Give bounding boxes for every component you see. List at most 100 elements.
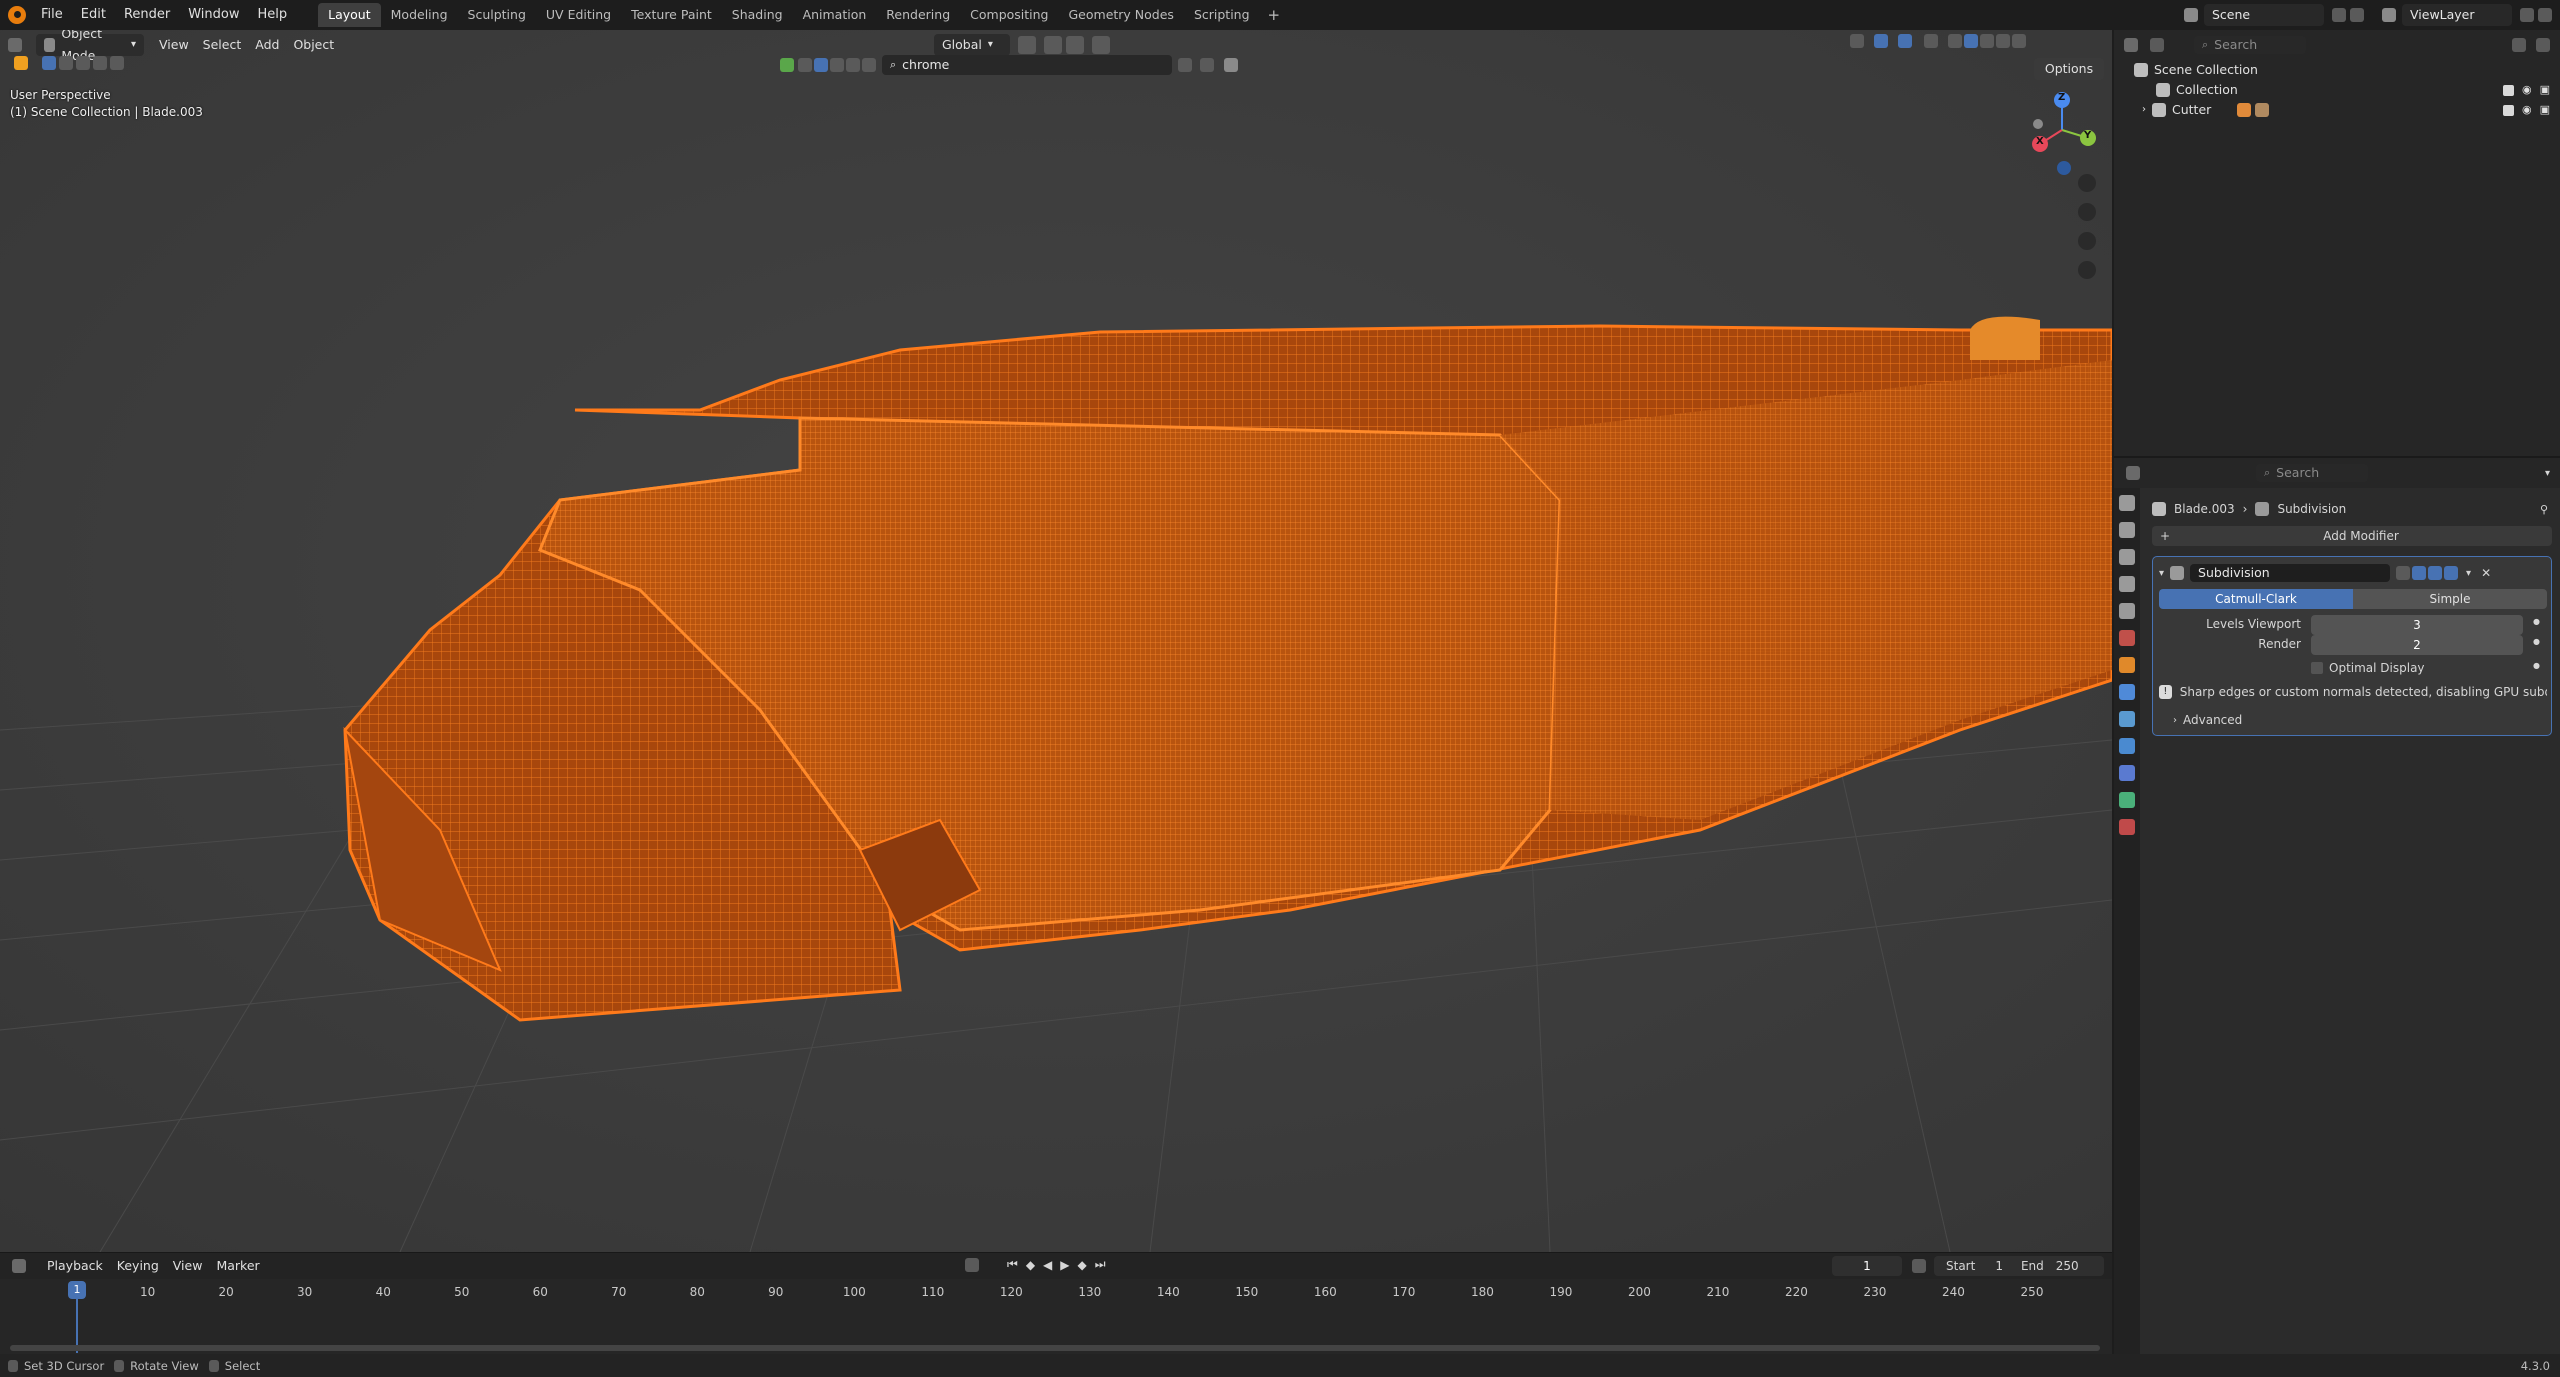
shading-options-icon[interactable] bbox=[2012, 34, 2026, 48]
tree-item-cutter[interactable]: › Cutter ◉ ▣ bbox=[2114, 100, 2560, 120]
viewport-search-field[interactable]: ⌕ chrome bbox=[882, 55, 1172, 75]
menu-render[interactable]: Render bbox=[115, 3, 179, 27]
perspective-toggle-icon[interactable] bbox=[2078, 261, 2096, 279]
jump-keyframe-forward-icon[interactable]: ◆ bbox=[1078, 1258, 1087, 1272]
display-mode-icon[interactable] bbox=[2150, 38, 2164, 52]
select-extend-icon[interactable] bbox=[59, 56, 73, 70]
tab-uv-editing[interactable]: UV Editing bbox=[536, 3, 621, 27]
keyframe-dot-icon[interactable]: ● bbox=[2533, 617, 2540, 626]
exclude-checkbox[interactable] bbox=[2502, 84, 2514, 96]
data-tab-icon[interactable] bbox=[2119, 792, 2135, 808]
material-tab-icon[interactable] bbox=[2119, 819, 2135, 835]
select-tool-icon[interactable] bbox=[14, 56, 28, 70]
camera-view-icon[interactable] bbox=[2078, 232, 2096, 250]
object-tab-icon[interactable] bbox=[2119, 657, 2135, 673]
tab-compositing[interactable]: Compositing bbox=[960, 3, 1058, 27]
holdout-filter-icon[interactable] bbox=[862, 58, 876, 72]
tree-item-collection[interactable]: Collection ◉ ▣ bbox=[2114, 80, 2560, 100]
menu-object[interactable]: Object bbox=[286, 34, 341, 56]
solid-shading-icon[interactable] bbox=[1964, 34, 1978, 48]
tab-animation[interactable]: Animation bbox=[793, 3, 877, 27]
advanced-subpanel[interactable]: Advanced bbox=[2183, 713, 2242, 727]
jump-start-icon[interactable]: ⏮ bbox=[1007, 1257, 1018, 1272]
scene-tab-icon[interactable] bbox=[2119, 603, 2135, 619]
tab-scripting[interactable]: Scripting bbox=[1184, 3, 1260, 27]
new-collection-icon[interactable] bbox=[2536, 38, 2550, 52]
tab-layout[interactable]: Layout bbox=[318, 3, 381, 27]
select-intersect-icon[interactable] bbox=[110, 56, 124, 70]
simple-button[interactable]: Simple bbox=[2353, 589, 2547, 609]
overlay-toggle-icon[interactable] bbox=[1898, 34, 1912, 48]
camera-icon[interactable]: ▣ bbox=[2540, 80, 2550, 100]
tab-rendering[interactable]: Rendering bbox=[876, 3, 960, 27]
view-layer-tab-icon[interactable] bbox=[2119, 576, 2135, 592]
view-layer-selector[interactable]: ViewLayer bbox=[2402, 4, 2512, 26]
play-icon[interactable]: ▶ bbox=[1060, 1258, 1069, 1272]
pin-icon[interactable]: ⚲ bbox=[2540, 503, 2548, 516]
navigation-gizmo[interactable]: Z Y X bbox=[2020, 84, 2100, 184]
funnel-icon[interactable] bbox=[1224, 58, 1238, 72]
menu-help[interactable]: Help bbox=[249, 3, 297, 27]
auto-keying-icon[interactable] bbox=[965, 1257, 979, 1272]
outliner-search-input[interactable]: ⌕ Search bbox=[2194, 36, 2306, 54]
outliner-editor-type-icon[interactable] bbox=[2124, 38, 2138, 52]
exclude-checkbox[interactable] bbox=[2502, 104, 2514, 116]
tab-texture-paint[interactable]: Texture Paint bbox=[621, 3, 722, 27]
zoom-icon[interactable] bbox=[2078, 174, 2096, 192]
wireframe-shading-icon[interactable] bbox=[1948, 34, 1962, 48]
rendered-shading-icon[interactable] bbox=[1996, 34, 2010, 48]
playhead[interactable]: 1 bbox=[68, 1281, 86, 1299]
render-filter-icon[interactable] bbox=[830, 58, 844, 72]
snap-icon[interactable] bbox=[1044, 36, 1062, 54]
timeline-frames[interactable]: 10 20 30 40 50 60 70 80 90 100 110 120 130 140 150 160 1… bbox=[0, 1279, 2112, 1355]
tool-tab-icon[interactable] bbox=[2119, 495, 2135, 511]
3d-viewport[interactable]: Object Mode ▾ View Select Add Object Glo… bbox=[0, 30, 2112, 1252]
viewport-filter-icon[interactable] bbox=[846, 58, 860, 72]
modifier-name-field[interactable]: Subdivision bbox=[2190, 564, 2391, 582]
chevron-right-icon[interactable]: › bbox=[2142, 100, 2146, 120]
delete-scene-icon[interactable] bbox=[2350, 8, 2364, 22]
xray-icon[interactable] bbox=[1924, 34, 1938, 48]
menu-select[interactable]: Select bbox=[196, 34, 249, 56]
camera-icon[interactable]: ▣ bbox=[2540, 100, 2550, 120]
current-frame-field[interactable]: 1 bbox=[1832, 1256, 1902, 1276]
pivot-icon[interactable] bbox=[1018, 36, 1036, 54]
catmull-clark-button[interactable]: Catmull-Clark bbox=[2159, 589, 2353, 609]
chevron-right-icon[interactable]: › bbox=[2173, 715, 2177, 726]
menu-marker[interactable]: Marker bbox=[209, 1255, 266, 1277]
eye-icon[interactable]: ◉ bbox=[2522, 100, 2532, 120]
blender-logo-icon[interactable] bbox=[8, 6, 26, 24]
options-button[interactable]: Options bbox=[2034, 58, 2104, 80]
delete-view-layer-icon[interactable] bbox=[2538, 8, 2552, 22]
render-levels-field[interactable]: 2 bbox=[2311, 635, 2523, 655]
optimal-display-checkbox[interactable] bbox=[2311, 662, 2323, 674]
tab-geometry-nodes[interactable]: Geometry Nodes bbox=[1059, 3, 1184, 27]
outliner-panel[interactable]: ⌕ Search Scene Collection Collection ◉ ▣… bbox=[2114, 30, 2560, 456]
output-tab-icon[interactable] bbox=[2119, 549, 2135, 565]
pan-hand-icon[interactable] bbox=[2078, 203, 2096, 221]
material-shading-icon[interactable] bbox=[1980, 34, 1994, 48]
particles-tab-icon[interactable] bbox=[2119, 711, 2135, 727]
scene-selector[interactable]: Scene bbox=[2204, 4, 2324, 26]
filter-type-icon[interactable] bbox=[780, 58, 794, 72]
visibility-filter-icon[interactable] bbox=[798, 58, 812, 72]
funnel-icon[interactable] bbox=[2512, 38, 2526, 52]
end-value[interactable]: 250 bbox=[2056, 1259, 2079, 1273]
select-filter-icon[interactable] bbox=[814, 58, 828, 72]
select-new-icon[interactable] bbox=[42, 56, 56, 70]
collection-filter-icon[interactable] bbox=[1200, 58, 1214, 72]
tab-sculpting[interactable]: Sculpting bbox=[458, 3, 536, 27]
eye-icon[interactable]: ◉ bbox=[2522, 80, 2532, 100]
close-icon[interactable]: ✕ bbox=[2481, 566, 2491, 580]
world-tab-icon[interactable] bbox=[2119, 630, 2135, 646]
editor-type-icon[interactable] bbox=[8, 38, 22, 52]
properties-panel[interactable]: ⌕ Search ▾ Blade.003 › Subdivision ⚲ + A… bbox=[2114, 456, 2560, 1356]
play-reverse-icon[interactable]: ◀ bbox=[1043, 1258, 1052, 1272]
cage-toggle-icon[interactable] bbox=[2412, 566, 2427, 580]
render-tab-icon[interactable] bbox=[2119, 522, 2135, 538]
physics-tab-icon[interactable] bbox=[2119, 738, 2135, 754]
timeline-editor[interactable]: Playback Keying View Marker ⏮ ◆ ◀ ▶ ◆ ⏭ … bbox=[0, 1252, 2112, 1355]
visibility-icon[interactable] bbox=[1850, 34, 1864, 48]
mode-dropdown[interactable]: Object Mode ▾ bbox=[36, 30, 144, 63]
viewport-scene[interactable] bbox=[0, 30, 2112, 1252]
